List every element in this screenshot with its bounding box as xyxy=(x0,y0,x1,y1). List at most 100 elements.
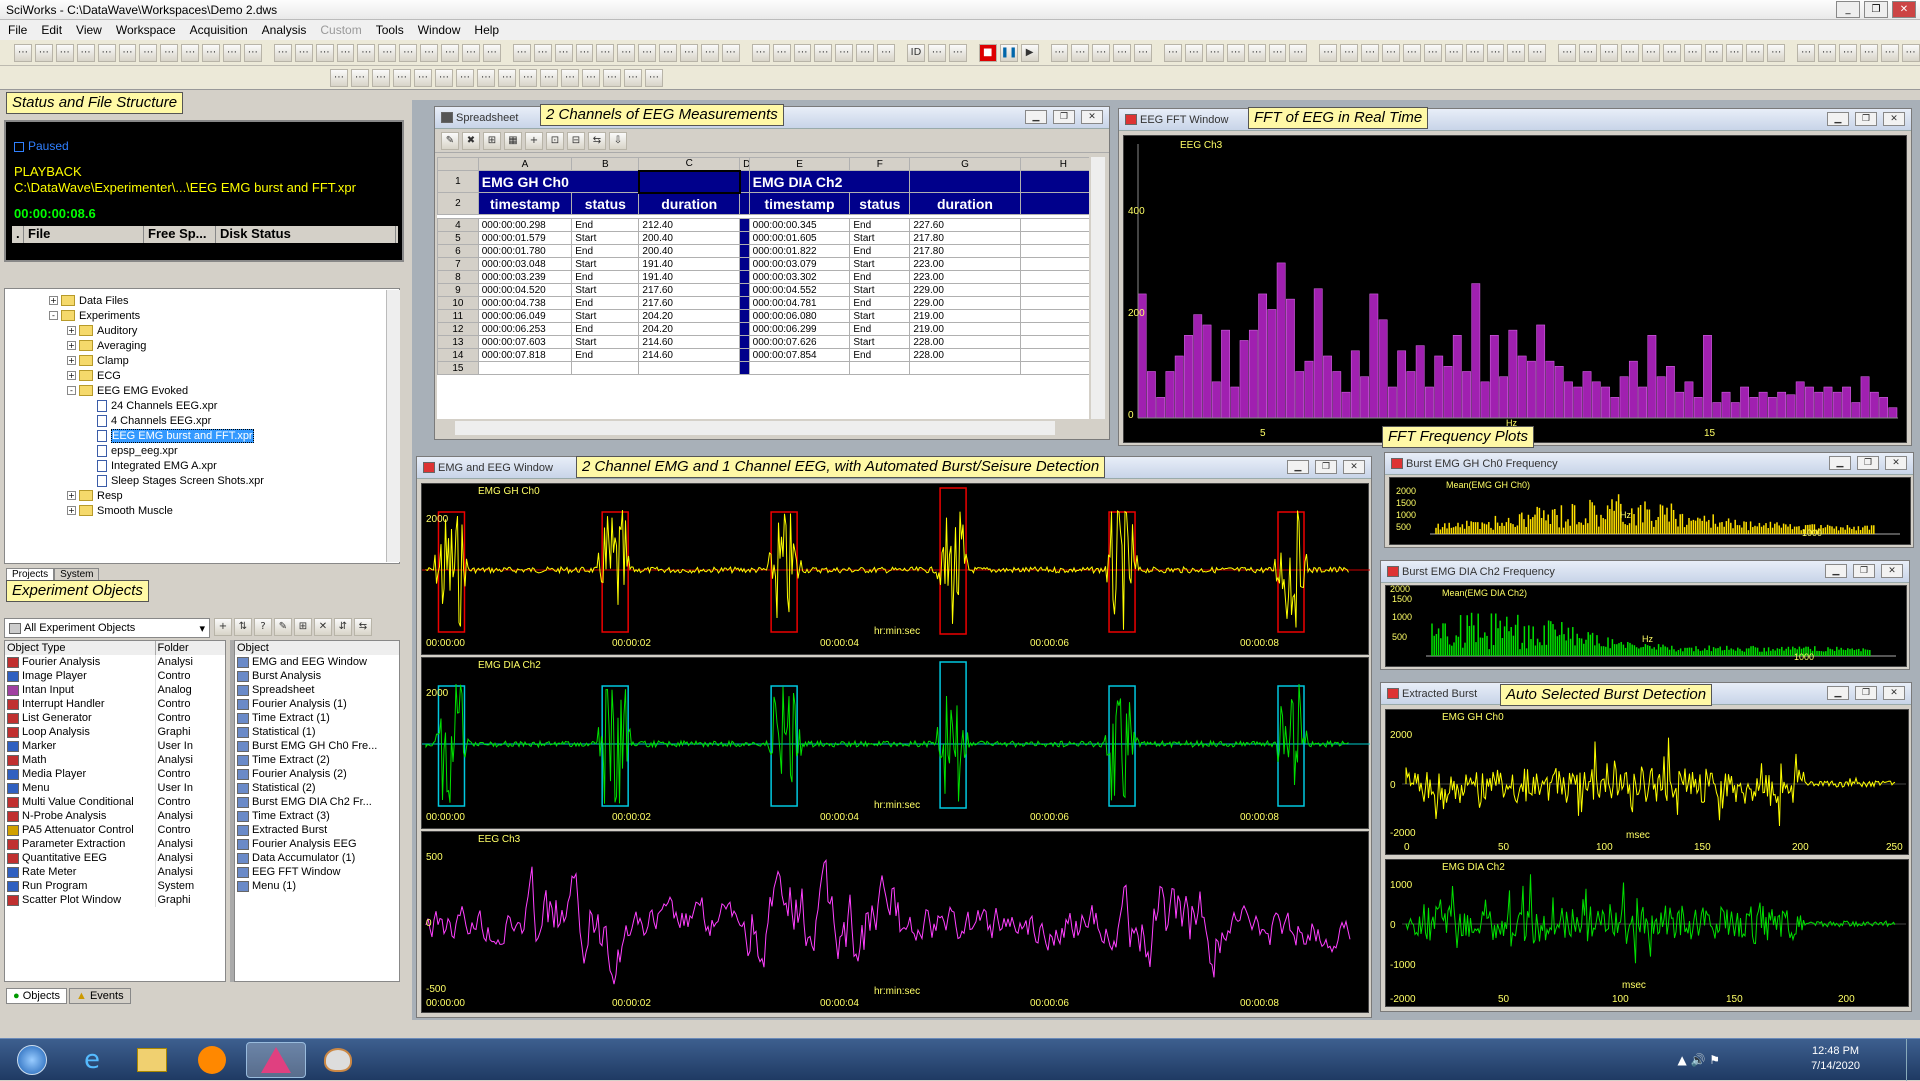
toolbar-button[interactable]: ⋯ xyxy=(1164,43,1182,62)
toolbar-button[interactable]: ⋯ xyxy=(1725,43,1744,62)
selected-cell[interactable] xyxy=(637,169,741,194)
tree-folder[interactable]: + Resp xyxy=(5,488,399,503)
cell[interactable] xyxy=(1019,322,1089,336)
expand-icon[interactable]: + xyxy=(67,341,76,350)
cell[interactable]: End xyxy=(849,348,911,362)
sheet-tool-button[interactable]: ⇆ xyxy=(588,132,606,150)
cell[interactable]: 000:00:06.299 xyxy=(748,322,851,336)
menu-view[interactable]: View xyxy=(76,23,102,37)
cell[interactable] xyxy=(1019,244,1089,258)
list-item[interactable]: Menu User In xyxy=(5,781,225,795)
emg-dia-plot[interactable]: EMG DIA Ch2 2000 00:00:00 00:00:02 00:00… xyxy=(421,657,1370,829)
cell[interactable]: 000:00:06.049 xyxy=(477,309,573,323)
cell[interactable]: 217.60 xyxy=(638,283,741,297)
restore-button[interactable]: ❐ xyxy=(1853,564,1875,578)
close-button[interactable]: ✕ xyxy=(1883,112,1905,126)
status-col[interactable]: . xyxy=(12,226,24,243)
list-item[interactable]: Burst EMG DIA Ch2 Fr... xyxy=(235,795,399,809)
list-item[interactable]: Run Program System xyxy=(5,879,225,893)
cell[interactable]: 191.40 xyxy=(638,270,741,284)
toolbar-button[interactable]: ⋯ xyxy=(1579,43,1598,62)
cell[interactable] xyxy=(1019,270,1089,284)
subheader-cell[interactable]: timestamp xyxy=(477,192,573,215)
cell[interactable]: Start xyxy=(849,257,911,271)
toolbar-button[interactable]: ⋯ xyxy=(1683,43,1702,62)
cell[interactable]: 000:00:07.818 xyxy=(477,348,573,362)
toolbar-button[interactable]: ⋯ xyxy=(554,43,573,62)
column-header[interactable]: C xyxy=(638,157,741,171)
list-item[interactable]: N-Probe Analysis Analysi xyxy=(5,809,225,823)
list-item[interactable]: EEG FFT Window xyxy=(235,865,399,879)
toolbar-button[interactable]: ⋯ xyxy=(336,43,355,62)
toolbar-button[interactable]: ⋯ xyxy=(1340,43,1359,62)
toolbar-button[interactable]: ⋯ xyxy=(772,43,791,62)
menu-workspace[interactable]: Workspace xyxy=(116,23,176,37)
group-header[interactable]: EMG GH Ch0 xyxy=(477,170,640,193)
toolbar-button[interactable]: ⋯ xyxy=(477,68,495,87)
toolbar-button[interactable]: ⋯ xyxy=(1880,43,1899,62)
toolbar-button[interactable]: ⋯ xyxy=(1184,43,1203,62)
list-item[interactable]: Scatter Plot Window Graphi xyxy=(5,893,225,907)
cell[interactable]: End xyxy=(849,244,911,258)
subheader-cell[interactable]: duration xyxy=(638,192,741,215)
taskbar-ie[interactable]: e xyxy=(66,1042,118,1078)
column-header[interactable]: E xyxy=(748,157,851,171)
cell[interactable]: 000:00:01.605 xyxy=(748,231,851,245)
sheet-vscroll[interactable] xyxy=(1091,157,1105,419)
toolbar-button[interactable]: ⋯ xyxy=(1050,43,1069,62)
expand-icon[interactable]: + xyxy=(67,491,76,500)
toolbar-button[interactable]: ⋯ xyxy=(1662,43,1681,62)
cell[interactable]: Start xyxy=(571,257,640,271)
toolbar-button[interactable]: ⋯ xyxy=(814,43,833,62)
toolbar-button[interactable]: ⋯ xyxy=(638,43,657,62)
list-item[interactable]: Rate Meter Analysi xyxy=(5,865,225,879)
tree-folder[interactable]: + Auditory xyxy=(5,323,399,338)
cell[interactable]: End xyxy=(571,244,640,258)
cell[interactable] xyxy=(1019,348,1089,362)
toolbar-button[interactable]: ⋯ xyxy=(1528,43,1547,62)
toolbar-button[interactable]: ⋯ xyxy=(1600,43,1618,62)
cell[interactable]: 200.40 xyxy=(638,231,741,245)
eeg-plot[interactable]: EEG Ch3 500 0 -500 00:00:00 00:00:02 00:… xyxy=(421,831,1369,1013)
toolbar-button[interactable]: ⋯ xyxy=(1319,43,1338,62)
minimize-button[interactable]: ▁ xyxy=(1287,460,1309,474)
cell[interactable]: 000:00:04.738 xyxy=(477,296,573,310)
list-item[interactable]: Media Player Contro xyxy=(5,767,225,781)
cell[interactable]: End xyxy=(571,218,640,232)
restore-button[interactable]: ❐ xyxy=(1053,110,1075,124)
toolbar-button[interactable]: ⋯ xyxy=(330,68,348,87)
toolbar-button[interactable]: ⋯ xyxy=(139,43,158,62)
tray-icons[interactable]: ▲ 🔊 ⚑ xyxy=(1677,1053,1720,1067)
status-col[interactable]: Disk Status xyxy=(216,226,396,243)
close-button[interactable]: ✕ xyxy=(1892,1,1916,18)
cell[interactable]: End xyxy=(849,296,911,310)
cell[interactable]: 000:00:00.298 xyxy=(477,218,573,232)
toolbar-button[interactable]: ⋯ xyxy=(1901,43,1920,62)
tree-file[interactable]: epsp_eeg.xpr xyxy=(5,443,399,458)
menu-file[interactable]: File xyxy=(8,23,27,37)
tree-file[interactable]: 24 Channels EEG.xpr xyxy=(5,398,399,413)
toolbar-button[interactable]: ⋯ xyxy=(659,43,678,62)
object-filter-select[interactable]: All Experiment Objects ▾ xyxy=(4,618,210,638)
show-desktop-button[interactable] xyxy=(1906,1039,1920,1081)
burst-dia-plot[interactable]: Mean(EMG DIA Ch2) 2000 1500 1000 500 100… xyxy=(1385,584,1907,667)
object-tool-button[interactable]: ✎ xyxy=(274,618,292,636)
tree-file[interactable]: Integrated EMG A.xpr xyxy=(5,458,399,473)
row-number[interactable]: 2 xyxy=(437,192,479,215)
list-item[interactable]: Image Player Contro xyxy=(5,669,225,683)
column-header[interactable]: H xyxy=(1019,157,1089,171)
toolbar-button[interactable]: ⋯ xyxy=(1268,43,1287,62)
cell[interactable]: End xyxy=(571,270,640,284)
blue-cell[interactable] xyxy=(1019,170,1089,193)
toolbar-button[interactable]: ⋯ xyxy=(351,68,369,87)
cell[interactable] xyxy=(477,361,573,375)
tree-folder[interactable]: + ECG xyxy=(5,368,399,383)
toolbar-button[interactable]: ⋯ xyxy=(624,68,642,87)
cell[interactable]: 000:00:04.520 xyxy=(477,283,573,297)
toolbar-button[interactable]: ⋯ xyxy=(315,43,334,62)
cell[interactable]: 000:00:07.603 xyxy=(477,335,573,349)
toolbar-button[interactable]: ⋯ xyxy=(512,43,531,62)
cell[interactable]: 000:00:01.579 xyxy=(477,231,573,245)
toolbar-button[interactable]: ⋯ xyxy=(498,68,516,87)
toolbar-button[interactable]: ⋯ xyxy=(414,68,432,87)
